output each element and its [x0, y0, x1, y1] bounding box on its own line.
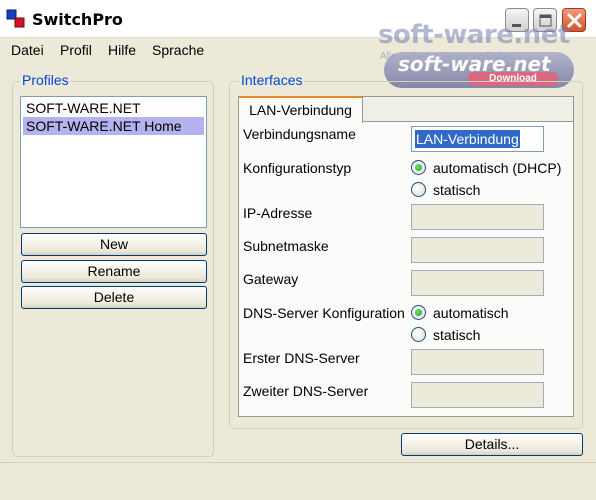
konfig-static-radio[interactable]	[411, 182, 426, 197]
delete-profile-button[interactable]: Delete	[21, 286, 207, 309]
gateway-label: Gateway	[243, 271, 299, 287]
close-button[interactable]	[562, 8, 586, 32]
dns-config-label: DNS-Server Konfiguration	[243, 305, 405, 321]
profiles-list[interactable]: SOFT-WARE.NET SOFT-WARE.NET Home	[20, 96, 207, 228]
title-bar: SwitchPro	[0, 0, 596, 38]
verbindungsname-input[interactable]: LAN-Verbindung	[411, 126, 544, 152]
ip-adresse-input[interactable]	[411, 204, 544, 230]
minimize-button[interactable]	[505, 8, 529, 32]
menu-bar: Datei Profil Hilfe Sprache	[0, 38, 596, 62]
konfig-auto-label[interactable]: automatisch (DHCP)	[433, 160, 561, 176]
erster-dns-input[interactable]	[411, 349, 544, 375]
details-button[interactable]: Details...	[401, 433, 583, 456]
gateway-input[interactable]	[411, 270, 544, 296]
menu-profil[interactable]: Profil	[60, 42, 92, 58]
radio-checked-dot	[415, 164, 422, 171]
subnetmaske-input[interactable]	[411, 237, 544, 263]
interfaces-group-label: Interfaces	[239, 72, 305, 88]
dns-auto-radio[interactable]	[411, 305, 426, 320]
konfigurationstyp-label: Konfigurationstyp	[243, 160, 352, 176]
verbindungsname-value: LAN-Verbindung	[415, 130, 520, 148]
zweiter-dns-label: Zweiter DNS-Server	[243, 383, 369, 399]
profile-item-soft-ware-net-home[interactable]: SOFT-WARE.NET Home	[23, 117, 204, 135]
switchpro-app-icon	[6, 9, 25, 28]
konfig-static-label[interactable]: statisch	[433, 182, 480, 198]
menu-hilfe[interactable]: Hilfe	[108, 42, 136, 58]
ip-adresse-label: IP-Adresse	[243, 205, 313, 221]
zweiter-dns-input[interactable]	[411, 382, 544, 408]
window-title: SwitchPro	[32, 10, 123, 29]
menu-datei[interactable]: Datei	[11, 42, 44, 58]
erster-dns-label: Erster DNS-Server	[243, 350, 360, 366]
dns-static-radio[interactable]	[411, 327, 426, 342]
maximize-button[interactable]	[533, 8, 557, 32]
profile-item-soft-ware-net[interactable]: SOFT-WARE.NET	[23, 99, 204, 117]
konfig-auto-radio[interactable]	[411, 160, 426, 175]
dns-auto-label[interactable]: automatisch	[433, 305, 508, 321]
profiles-group-label: Profiles	[20, 72, 71, 88]
rename-profile-button[interactable]: Rename	[21, 260, 207, 283]
tab-lan-verbindung[interactable]: LAN-Verbindung	[238, 96, 363, 123]
minimize-icon	[512, 24, 521, 27]
status-bar	[0, 462, 596, 500]
subnetmaske-label: Subnetmaske	[243, 238, 329, 254]
close-icon	[567, 13, 582, 28]
dns-static-label[interactable]: statisch	[433, 327, 480, 343]
verbindungsname-label: Verbindungsname	[243, 126, 356, 142]
maximize-icon	[539, 14, 552, 27]
radio-checked-dot	[415, 309, 422, 316]
new-profile-button[interactable]: New	[21, 233, 207, 256]
menu-sprache[interactable]: Sprache	[152, 42, 204, 58]
